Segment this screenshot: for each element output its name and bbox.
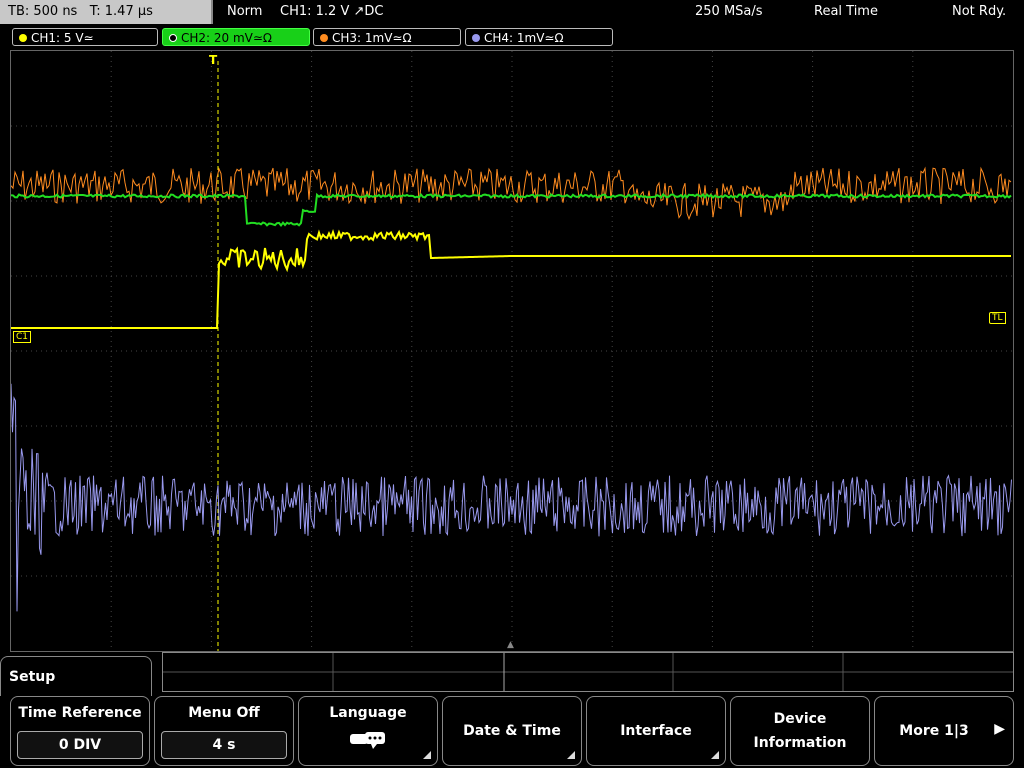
ch3-color-icon bbox=[320, 34, 328, 42]
timebase-status[interactable]: TB: 500 ns T: 1.47 µs bbox=[0, 0, 213, 24]
date-time-label: Date & Time bbox=[463, 723, 561, 739]
language-label: Language bbox=[329, 705, 407, 721]
menu-title: Setup bbox=[0, 656, 152, 696]
channel-tab-ch2[interactable]: CH2: 20 mV≃Ω bbox=[162, 28, 310, 46]
interface-label: Interface bbox=[620, 723, 692, 739]
time-reference-button[interactable]: Time Reference 0 DIV bbox=[10, 696, 150, 766]
more-button[interactable]: More 1|3 ▶ bbox=[874, 696, 1014, 766]
next-page-icon: ▶ bbox=[994, 721, 1005, 737]
time-reference-value: 0 DIV bbox=[17, 731, 143, 759]
submenu-indicator-icon bbox=[567, 751, 575, 759]
device-information-line2: Information bbox=[753, 735, 847, 751]
ch3-label: CH3: 1mV≃Ω bbox=[332, 31, 412, 45]
status-bar: Norm CH1: 1.2 V ↗DC 250 MSa/s Real Time … bbox=[215, 0, 1024, 24]
ch4-label: CH4: 1mV≃Ω bbox=[484, 31, 564, 45]
ch2-trace bbox=[11, 192, 1012, 228]
submenu-indicator-icon bbox=[711, 751, 719, 759]
ch2-color-icon bbox=[169, 34, 177, 42]
ch1-ground-marker[interactable]: C1 bbox=[13, 331, 32, 343]
menu-off-button[interactable]: Menu Off 4 s bbox=[154, 696, 294, 766]
speech-bubbles-icon bbox=[350, 732, 385, 749]
trigger-position-icon[interactable]: T bbox=[209, 53, 217, 67]
ch1-color-icon bbox=[19, 34, 27, 42]
center-marker-icon: ▲ bbox=[507, 640, 514, 650]
device-information-button[interactable]: Device Information bbox=[730, 696, 870, 766]
ch4-color-icon bbox=[472, 34, 480, 42]
waveform-display[interactable]: T TL C1 ▲ bbox=[10, 50, 1014, 652]
language-button[interactable]: Language bbox=[298, 696, 438, 766]
channel-tab-ch4[interactable]: CH4: 1mV≃Ω bbox=[465, 28, 613, 46]
ch1-label: CH1: 5 V≃ bbox=[31, 31, 94, 45]
acquisition-state: Not Rdy. bbox=[952, 4, 1007, 19]
waveform-canvas bbox=[11, 51, 1013, 651]
channel-tab-ch1[interactable]: CH1: 5 V≃ bbox=[12, 28, 158, 46]
time-reference-label: Time Reference bbox=[18, 705, 142, 721]
ch4-trace bbox=[11, 383, 1012, 612]
date-time-button[interactable]: Date & Time bbox=[442, 696, 582, 766]
device-information-line1: Device bbox=[773, 711, 827, 727]
menu-off-value: 4 s bbox=[161, 731, 287, 759]
timebase-value: TB: 500 ns bbox=[8, 4, 78, 19]
trigger-source[interactable]: CH1: 1.2 V ↗DC bbox=[280, 0, 383, 24]
ch2-label: CH2: 20 mV≃Ω bbox=[181, 31, 273, 45]
channel-tab-ch3[interactable]: CH3: 1mV≃Ω bbox=[313, 28, 461, 46]
trigger-level-marker[interactable]: TL bbox=[989, 312, 1006, 324]
trigger-time-value: T: 1.47 µs bbox=[89, 4, 153, 19]
submenu-indicator-icon bbox=[423, 751, 431, 759]
overview-strip bbox=[162, 652, 1014, 692]
sample-rate: 250 MSa/s bbox=[695, 4, 763, 19]
acquisition-mode: Real Time bbox=[814, 4, 878, 19]
menu-off-label: Menu Off bbox=[188, 705, 260, 721]
interface-button[interactable]: Interface bbox=[586, 696, 726, 766]
trigger-mode[interactable]: Norm bbox=[227, 0, 262, 24]
ch1-trace bbox=[11, 229, 1011, 329]
more-label: More 1|3 bbox=[899, 723, 969, 739]
